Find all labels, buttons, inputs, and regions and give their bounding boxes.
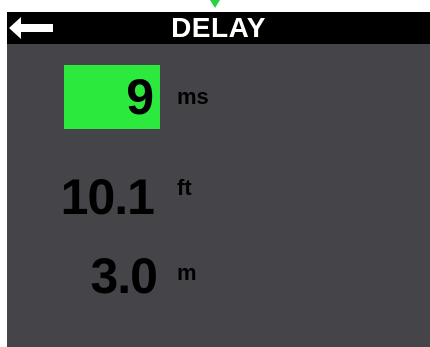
selection-marker (210, 0, 220, 8)
delay-screen: DELAY 9 ms 10.1 ft 3.0 m (7, 12, 430, 347)
delay-ms-value[interactable]: 9 (64, 65, 154, 129)
delay-m-unit: m (177, 260, 197, 285)
delay-ms-unit: ms (177, 84, 209, 109)
header-bar: DELAY (7, 12, 430, 44)
page-title: DELAY (171, 12, 266, 43)
delay-m-value[interactable]: 3.0 (57, 246, 158, 306)
delay-ft-unit: ft (177, 175, 192, 200)
delay-ft-value[interactable]: 10.1 (47, 167, 155, 227)
